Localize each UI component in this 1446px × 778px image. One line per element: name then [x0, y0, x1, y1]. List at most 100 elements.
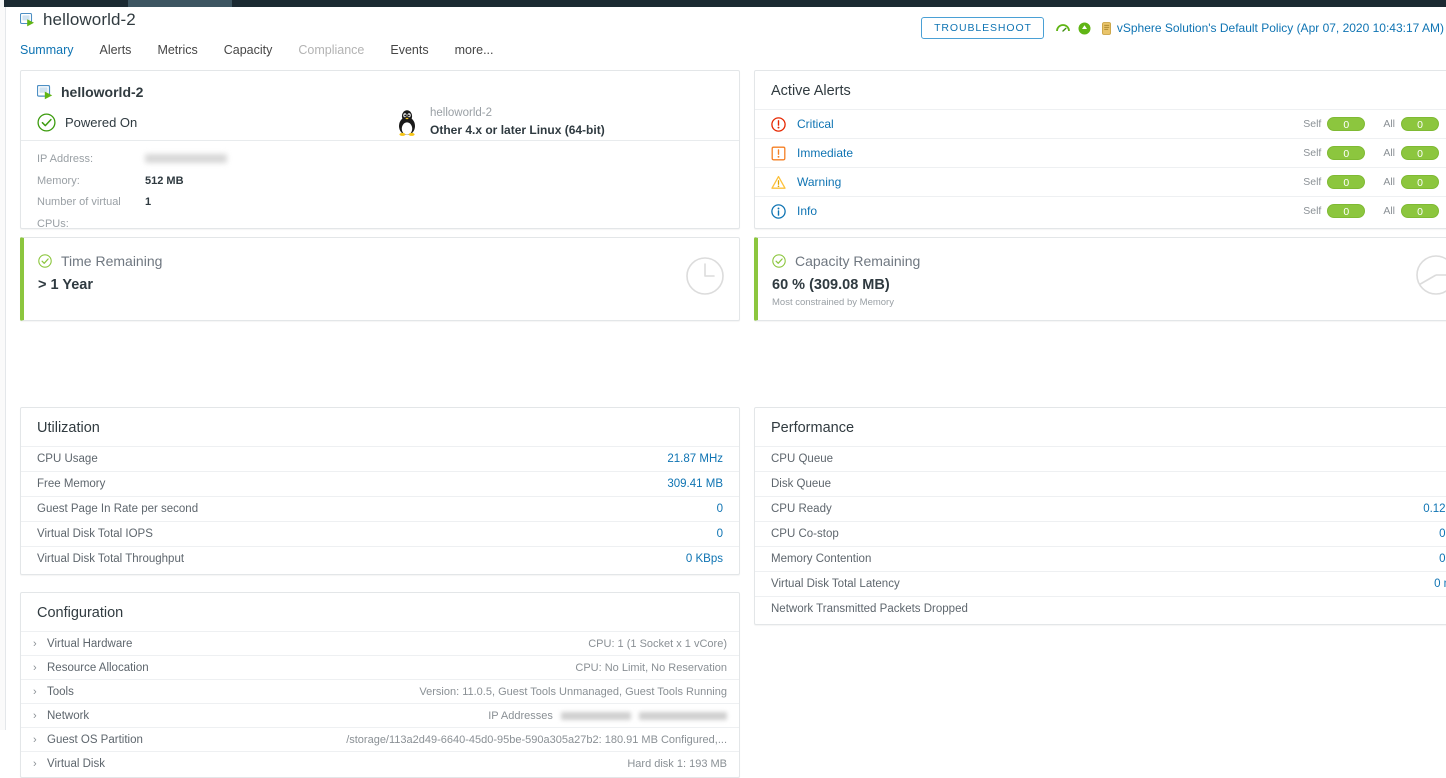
chevron-right-icon[interactable]: › [33, 686, 47, 698]
metric-value[interactable]: 0 [717, 528, 723, 540]
vm-power-state: Powered On [37, 113, 723, 132]
metric-value[interactable]: 21.87 MHz [667, 453, 723, 465]
performance-title: Performance [771, 420, 855, 436]
config-value: /storage/113a2d49-6640-45d0-95be-590a305… [346, 733, 727, 746]
alert-count-all: All 0 [1383, 175, 1439, 189]
utilization-row[interactable]: Virtual Disk Total IOPS 0 [21, 521, 739, 546]
all-count-badge[interactable]: 0 [1401, 117, 1439, 131]
virtual-machine-icon [20, 13, 35, 27]
alert-row-immediate[interactable]: Immediate Self 0 All 0 [755, 138, 1446, 167]
alert-row-warning[interactable]: Warning Self 0 All 0 [755, 167, 1446, 196]
vm-name-row: helloworld-2 [37, 84, 723, 100]
utilization-title: Utilization [37, 420, 100, 436]
linux-penguin-icon [396, 109, 418, 136]
performance-row[interactable]: Memory Contention 0 % [755, 546, 1446, 571]
info-icon [771, 203, 786, 219]
config-name: Guest OS Partition [47, 733, 143, 746]
performance-row[interactable]: Network Transmitted Packets Dropped 0 [755, 596, 1446, 621]
all-count-badge[interactable]: 0 [1401, 146, 1439, 160]
utilization-row[interactable]: CPU Usage 21.87 MHz [21, 446, 739, 471]
critical-icon [771, 116, 786, 132]
check-circle-icon [772, 254, 786, 268]
metric-value[interactable]: 0 [717, 503, 723, 515]
metric-name: CPU Co-stop [771, 528, 839, 540]
config-row-virtual-hardware[interactable]: › Virtual Hardware CPU: 1 (1 Socket x 1 … [21, 631, 739, 655]
property-value: 1 [145, 196, 152, 209]
self-count-badge[interactable]: 0 [1327, 117, 1366, 131]
performance-row[interactable]: CPU Co-stop 0 % [755, 521, 1446, 546]
time-remaining-card[interactable]: Time Remaining > 1 Year [20, 237, 740, 321]
self-count-badge[interactable]: 0 [1327, 204, 1366, 218]
alert-row-critical[interactable]: Critical Self 0 All 0 [755, 109, 1446, 138]
metric-value[interactable]: 0 % [1439, 553, 1446, 565]
alert-label[interactable]: Warning [797, 175, 841, 189]
active-alerts-card: Active Alerts Critical Self 0 All 0 Imme… [754, 70, 1446, 229]
chevron-right-icon[interactable]: › [33, 710, 47, 722]
performance-row[interactable]: Disk Queue 0 [755, 471, 1446, 496]
metric-name: Virtual Disk Total Latency [771, 578, 900, 590]
config-row-resource-allocation[interactable]: › Resource Allocation CPU: No Limit, No … [21, 655, 739, 679]
chevron-right-icon[interactable]: › [33, 734, 47, 746]
all-count-badge[interactable]: 0 [1401, 204, 1439, 218]
metric-value[interactable]: 0 % [1439, 528, 1446, 540]
guest-os-description: Other 4.x or later Linux (64-bit) [430, 122, 605, 137]
metric-value[interactable]: 0.12 % [1423, 503, 1446, 515]
chevron-right-icon[interactable]: › [33, 662, 47, 674]
alert-label[interactable]: Critical [797, 117, 834, 131]
alert-label[interactable]: Info [797, 204, 817, 218]
check-circle-icon [37, 113, 56, 132]
vm-property-row: Memory: 512 MB [37, 171, 300, 193]
config-value: CPU: 1 (1 Socket x 1 vCore) [588, 637, 727, 650]
metric-value[interactable]: 0 ms [1434, 578, 1446, 590]
alert-row-info[interactable]: Info Self 0 All 0 [755, 196, 1446, 225]
vm-name: helloworld-2 [61, 84, 144, 100]
config-value: Version: 11.0.5, Guest Tools Unmanaged, … [419, 685, 727, 698]
all-count-badge[interactable]: 0 [1401, 175, 1439, 189]
alert-counts: Self 0 All 0 [1303, 175, 1439, 189]
utilization-card: Utilization CPU Usage 21.87 MHz Free Mem… [20, 407, 740, 575]
alert-count-all: All 0 [1383, 204, 1439, 218]
metric-name: CPU Queue [771, 453, 834, 465]
property-key: Memory: [37, 174, 80, 187]
config-row-virtual-disk[interactable]: › Virtual Disk Hard disk 1: 193 MB [21, 751, 739, 775]
config-row-guest-os-partition[interactable]: › Guest OS Partition /storage/113a2d49-6… [21, 727, 739, 751]
performance-row[interactable]: CPU Queue 0 [755, 446, 1446, 471]
app-top-bar [0, 0, 1446, 7]
pie-chart-icon [1413, 252, 1446, 298]
all-label: All [1383, 205, 1395, 217]
capacity-remaining-card[interactable]: Capacity Remaining 60 % (309.08 MB) Most… [754, 237, 1446, 321]
metric-value[interactable]: 0 KBps [686, 553, 723, 565]
gauge-icon[interactable] [1055, 22, 1070, 34]
troubleshoot-button[interactable]: TROUBLESHOOT [921, 17, 1044, 39]
config-row-tools[interactable]: › Tools Version: 11.0.5, Guest Tools Unm… [21, 679, 739, 703]
alert-counts: Self 0 All 0 [1303, 204, 1439, 218]
config-value-network: IP Addresses [488, 710, 727, 722]
guest-os-text: helloworld-2 Other 4.x or later Linux (6… [430, 105, 605, 139]
vm-summary-head: helloworld-2 Powered On [21, 71, 739, 132]
top-bar-active-tab[interactable] [128, 0, 232, 7]
config-row-network[interactable]: › Network IP Addresses [21, 703, 739, 727]
utilization-row[interactable]: Guest Page In Rate per second 0 [21, 496, 739, 521]
alert-count-self: Self 0 [1303, 204, 1366, 218]
performance-row[interactable]: Virtual Disk Total Latency 0 ms [755, 571, 1446, 596]
alert-label[interactable]: Immediate [797, 146, 853, 160]
metric-name: Network Transmitted Packets Dropped [771, 603, 968, 615]
self-count-badge[interactable]: 0 [1327, 175, 1366, 189]
alert-count-all: All 0 [1383, 146, 1439, 160]
chevron-right-icon[interactable]: › [33, 638, 47, 650]
performance-row[interactable]: CPU Ready 0.12 % [755, 496, 1446, 521]
power-state-label: Powered On [65, 115, 138, 130]
metric-value[interactable]: 309.41 MB [667, 478, 723, 490]
health-status-icon[interactable] [1078, 22, 1091, 35]
clock-icon [685, 256, 725, 296]
chevron-right-icon[interactable]: › [33, 758, 47, 770]
utilization-row[interactable]: Free Memory 309.41 MB [21, 471, 739, 496]
alert-counts: Self 0 All 0 [1303, 117, 1439, 131]
immediate-icon [771, 146, 786, 161]
policy-link[interactable]: vSphere Solution's Default Policy (Apr 0… [1101, 21, 1444, 35]
all-label: All [1383, 118, 1395, 130]
self-count-badge[interactable]: 0 [1327, 146, 1366, 160]
self-label: Self [1303, 118, 1322, 130]
active-alerts-title: Active Alerts [771, 83, 851, 99]
utilization-row[interactable]: Virtual Disk Total Throughput 0 KBps [21, 546, 739, 571]
